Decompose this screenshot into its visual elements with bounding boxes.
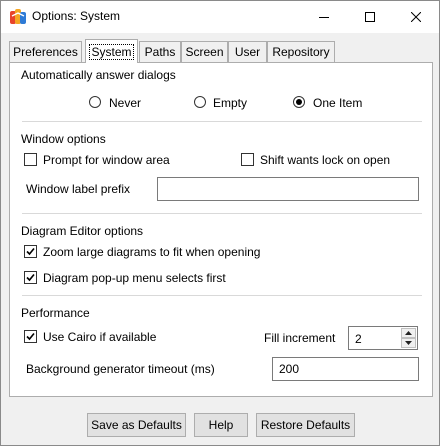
fill-increment-label: Fill increment	[264, 331, 336, 345]
title-bar[interactable]: Options: System	[1, 1, 439, 33]
tab-label: Screen	[185, 45, 224, 59]
tab-system[interactable]: System	[85, 39, 138, 63]
tab-repository[interactable]: Repository	[267, 41, 335, 62]
arrow-up-icon	[405, 331, 412, 335]
minimize-icon	[319, 17, 329, 18]
tab-label: Paths	[144, 45, 176, 59]
window-prefix-label: Window label prefix	[26, 182, 131, 196]
restore-defaults-button[interactable]: Restore Defaults	[256, 413, 355, 437]
popup-first-label[interactable]: Diagram pop-up menu selects first	[43, 271, 226, 285]
maximize-button[interactable]	[347, 1, 393, 33]
tab-preferences[interactable]: Preferences	[9, 41, 82, 62]
radio-empty[interactable]	[194, 96, 206, 108]
system-tab-panel: Automatically answer dialogs Never Empty…	[9, 62, 433, 397]
fill-increment-value: 2	[355, 332, 362, 346]
tab-label: User	[234, 45, 261, 59]
save-defaults-button[interactable]: Save as Defaults	[87, 413, 186, 437]
prompt-area-label[interactable]: Prompt for window area	[43, 153, 170, 167]
divider	[22, 213, 422, 214]
zoom-fit-label[interactable]: Zoom large diagrams to fit when opening	[43, 245, 260, 259]
checkmark-icon	[26, 332, 35, 341]
shift-lock-label[interactable]: Shift wants lock on open	[260, 153, 390, 167]
tab-paths[interactable]: Paths	[139, 41, 181, 62]
app-icon	[10, 9, 26, 24]
divider	[22, 121, 422, 122]
maximize-icon	[365, 12, 375, 22]
radio-empty-label[interactable]: Empty	[213, 96, 247, 110]
checkmark-icon	[26, 273, 35, 282]
checkmark-icon	[26, 247, 35, 256]
help-button[interactable]: Help	[194, 413, 248, 437]
spinner-arrows	[401, 328, 416, 348]
diagram-editor-heading: Diagram Editor options	[21, 224, 144, 238]
divider	[22, 295, 422, 296]
radio-one-item[interactable]	[293, 96, 305, 108]
tab-screen[interactable]: Screen	[181, 41, 228, 62]
radio-one-item-label[interactable]: One Item	[313, 96, 362, 110]
spin-up-button[interactable]	[401, 328, 416, 338]
tab-label: Preferences	[13, 45, 78, 59]
shift-lock-checkbox[interactable]	[241, 153, 254, 166]
popup-first-checkbox[interactable]	[24, 271, 37, 284]
window-prefix-input[interactable]	[157, 177, 419, 201]
radio-never[interactable]	[89, 96, 101, 108]
use-cairo-checkbox[interactable]	[24, 330, 37, 343]
tab-label: Repository	[272, 45, 330, 59]
window-title: Options: System	[32, 9, 121, 23]
auto-answer-heading: Automatically answer dialogs	[21, 68, 176, 82]
arrow-down-icon	[405, 341, 412, 345]
minimize-button[interactable]	[301, 1, 347, 33]
zoom-fit-checkbox[interactable]	[24, 245, 37, 258]
tab-label: System	[89, 43, 134, 60]
window-options-heading: Window options	[21, 132, 106, 146]
bg-timeout-label: Background generator timeout (ms)	[26, 362, 215, 376]
tab-user[interactable]: User	[228, 41, 267, 62]
bg-timeout-input[interactable]	[272, 357, 419, 381]
performance-heading: Performance	[21, 306, 90, 320]
close-button[interactable]	[393, 1, 439, 33]
radio-never-label[interactable]: Never	[109, 96, 141, 110]
use-cairo-label[interactable]: Use Cairo if available	[43, 330, 156, 344]
close-icon	[411, 12, 421, 22]
fill-increment-spinner[interactable]: 2	[348, 326, 418, 350]
options-dialog: Options: System Preferences System Paths…	[0, 0, 440, 446]
prompt-area-checkbox[interactable]	[24, 153, 37, 166]
spin-down-button[interactable]	[401, 338, 416, 348]
